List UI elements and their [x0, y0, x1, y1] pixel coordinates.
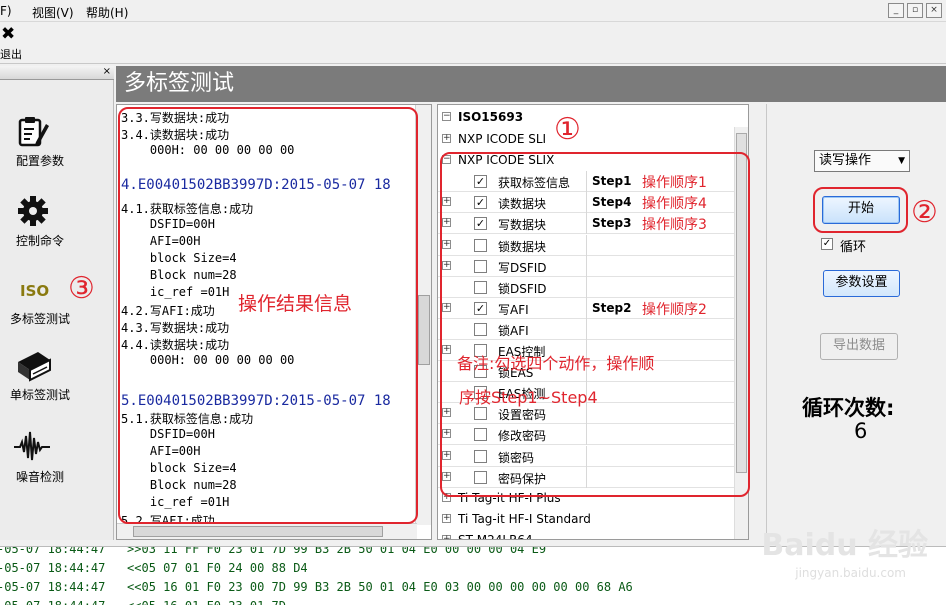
tree-node[interactable]: + ST M24LR64	[438, 530, 734, 540]
loop-label: 循环	[840, 240, 867, 255]
expand-icon[interactable]: +	[442, 134, 451, 143]
sidebar-item-label: 控制命令	[15, 234, 64, 248]
tree-node[interactable]: + NXP ICODE SLI	[438, 129, 734, 150]
sidebar-close-icon[interactable]: ×	[103, 66, 111, 77]
menu-bar: F) 视图(V) 帮助(H) _ ▫ ×	[0, 0, 946, 22]
watermark-url: jingyan.baidu.com	[795, 566, 906, 580]
tree-label: Ti Tag-it HF-I Standard	[458, 511, 591, 526]
sidebar: × 配置参数 控制命令 ISO 多标签测试 单标签测试 噪音检测	[0, 66, 114, 540]
sidebar-item-multi-tag[interactable]: ISO 多标签测试	[0, 276, 114, 336]
sidebar-item-noise[interactable]: 噪音检测	[0, 430, 114, 490]
console-line: -05-07 18:44:47 <<05 16 01 F0 23 00 7D 9…	[0, 580, 633, 594]
tree-label: ST M24LR64	[458, 532, 533, 540]
loop-count-label: 循环次数:	[802, 396, 895, 420]
close-x-icon: ✖	[1, 24, 16, 44]
loop-count-value: 6	[854, 419, 868, 443]
scroll-thumb[interactable]	[133, 526, 383, 537]
sidebar-item-single-tag[interactable]: 单标签测试	[0, 350, 114, 410]
params-button[interactable]: 参数设置	[823, 270, 900, 297]
menu-help[interactable]: 帮助(H)	[86, 4, 128, 21]
menu-view[interactable]: 视图(V)	[32, 4, 74, 21]
sidebar-item-label: 噪音检测	[15, 470, 64, 484]
collapse-icon[interactable]: −	[442, 112, 451, 121]
exit-label: 退出	[0, 48, 22, 61]
sidebar-header: ×	[0, 66, 114, 80]
annotation-box-start	[813, 187, 908, 233]
tree-label: NXP ICODE SLI	[458, 132, 547, 146]
loop-checkbox[interactable]: ✓	[821, 238, 833, 250]
console-line: -05-07 18:44:47 >>03 11 FF F0 23 01 7D 9…	[0, 546, 547, 556]
minimize-button[interactable]: _	[888, 3, 904, 18]
page-title: 多标签测试	[116, 66, 946, 102]
exit-button[interactable]: ✖ 退出	[0, 22, 30, 62]
annotation-result-label: 操作结果信息	[238, 293, 353, 315]
sidebar-item-control[interactable]: 控制命令	[0, 194, 114, 254]
watermark-logo: Baidu 经验	[761, 528, 928, 563]
annotation-number-2: ②	[911, 195, 938, 230]
close-window-button[interactable]: ×	[926, 3, 942, 18]
restore-button[interactable]: ▫	[907, 3, 923, 18]
annotation-note-line1: 备注:勾选四个动作，操作顺	[457, 354, 655, 373]
iso-text-icon: ISO	[20, 282, 50, 300]
console-line: -05-07 18:44:47 <<05 16 01 F0 23 01 7D	[0, 599, 286, 605]
toolbar: ✖ 退出	[0, 22, 946, 64]
waveform-icon	[14, 431, 50, 461]
gear-icon	[18, 196, 48, 226]
book-icon	[18, 352, 51, 382]
expand-icon[interactable]: +	[442, 513, 451, 523]
tree-node[interactable]: + Ti Tag-it HF-I Standard	[438, 509, 734, 530]
scroll-thumb[interactable]	[418, 295, 430, 365]
window-controls: _ ▫ ×	[888, 3, 942, 18]
sidebar-item-label: 配置参数	[15, 154, 64, 168]
clipboard-pencil-icon	[18, 117, 49, 147]
annotation-number-1: ①	[554, 112, 581, 147]
chevron-down-icon: ▼	[898, 156, 905, 166]
log-horizontal-scrollbar[interactable]	[117, 523, 417, 539]
tree-root[interactable]: − ISO15693	[438, 107, 734, 128]
sidebar-item-label: 多标签测试	[9, 312, 70, 326]
console-line: -05-07 18:44:47 <<05 07 01 F0 24 00 88 D…	[0, 561, 308, 575]
tree-root-label: ISO15693	[458, 110, 524, 124]
checkmark-icon: ✓	[822, 238, 832, 249]
mode-select-value: 读写操作	[819, 153, 872, 168]
annotation-box-tree	[440, 152, 750, 497]
export-button[interactable]: 导出数据	[820, 333, 898, 360]
expand-icon[interactable]: +	[442, 534, 451, 539]
mode-select[interactable]: 读写操作 ▼	[814, 150, 910, 172]
sidebar-item-label: 单标签测试	[9, 388, 70, 402]
sidebar-item-config[interactable]: 配置参数	[0, 114, 114, 174]
menu-file[interactable]: F)	[0, 4, 12, 18]
annotation-note-line2: 序按Step1~Step4	[459, 388, 598, 407]
annotation-number-3: ③	[68, 271, 95, 306]
